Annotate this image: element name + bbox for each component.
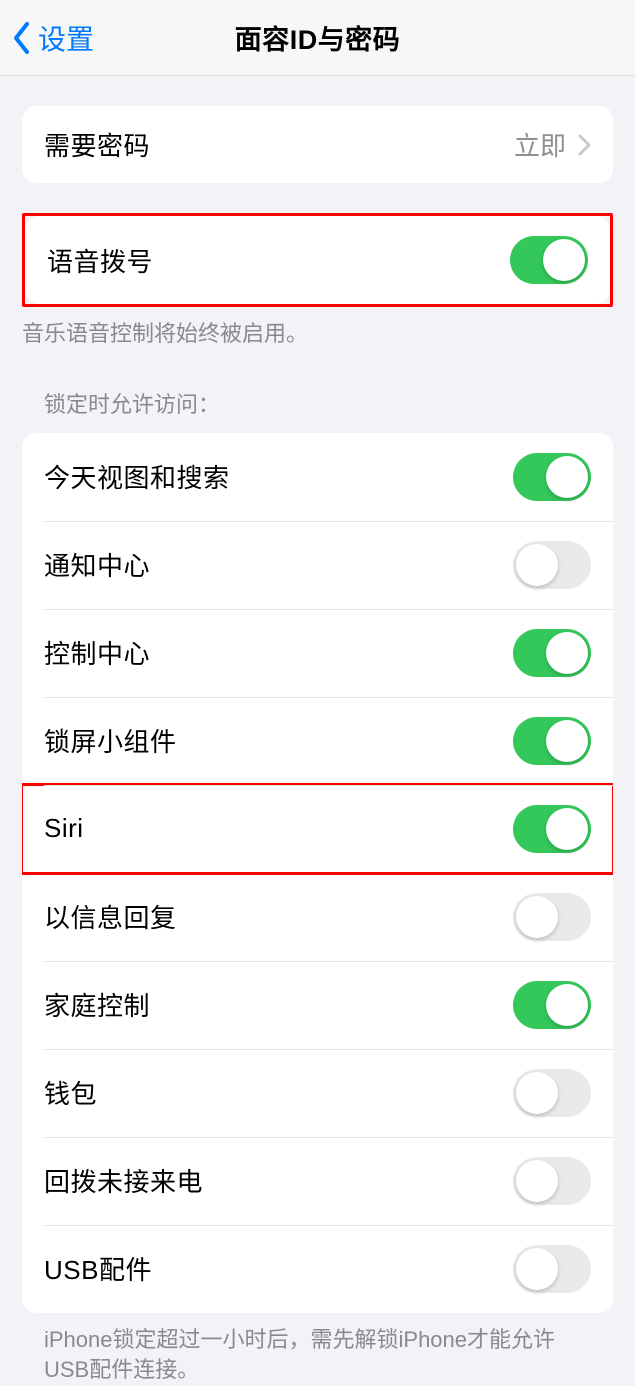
navigation-bar: 设置 面容ID与密码 (0, 0, 635, 76)
row-label: 家庭控制 (44, 986, 150, 1023)
row-label: Siri (44, 813, 84, 844)
row-label: USB配件 (44, 1250, 152, 1287)
lock-access-row: 回拨未接来电 (22, 1137, 613, 1225)
toggle-switch[interactable] (513, 805, 591, 853)
lock-access-row: 通知中心 (22, 521, 613, 609)
toggle-switch[interactable] (513, 1069, 591, 1117)
lock-access-row: 今天视图和搜索 (22, 433, 613, 521)
row-label: 通知中心 (44, 546, 150, 583)
page-title: 面容ID与密码 (235, 18, 401, 57)
voice-dial-highlight: 语音拨号 (22, 213, 613, 307)
toggle-switch[interactable] (513, 1245, 591, 1293)
lock-access-row: 锁屏小组件 (22, 697, 613, 785)
voice-dial-toggle[interactable] (510, 236, 588, 284)
toggle-switch[interactable] (513, 893, 591, 941)
back-label: 设置 (38, 18, 94, 58)
chevron-left-icon (12, 21, 32, 55)
row-label: 钱包 (44, 1074, 97, 1111)
row-label: 以信息回复 (44, 898, 177, 935)
row-value: 立即 (514, 126, 566, 163)
lock-access-row: 以信息回复 (22, 873, 613, 961)
lock-access-row: Siri (22, 785, 613, 873)
row-label: 回拨未接来电 (44, 1162, 203, 1199)
lock-access-header: 锁定时允许访问： (22, 390, 613, 433)
voice-dial-footer: 音乐语音控制将始终被启用。 (0, 307, 635, 350)
row-label: 今天视图和搜索 (44, 458, 230, 495)
row-label: 控制中心 (44, 634, 150, 671)
toggle-switch[interactable] (513, 453, 591, 501)
row-label: 锁屏小组件 (44, 722, 177, 759)
lock-access-row: 钱包 (22, 1049, 613, 1137)
toggle-switch[interactable] (513, 541, 591, 589)
require-passcode-row[interactable]: 需要密码 立即 (22, 106, 613, 183)
toggle-switch[interactable] (513, 717, 591, 765)
lock-access-row: 控制中心 (22, 609, 613, 697)
row-label: 语音拨号 (47, 242, 153, 279)
back-button[interactable]: 设置 (12, 18, 94, 58)
lock-access-footer: iPhone锁定超过一小时后，需先解锁iPhone才能允许USB配件连接。 (22, 1313, 613, 1386)
voice-dial-row: 语音拨号 (25, 216, 610, 304)
toggle-switch[interactable] (513, 629, 591, 677)
toggle-switch[interactable] (513, 981, 591, 1029)
row-label: 需要密码 (44, 126, 150, 163)
lock-access-row: 家庭控制 (22, 961, 613, 1049)
lock-access-row: USB配件 (22, 1225, 613, 1313)
chevron-right-icon (578, 134, 591, 156)
toggle-switch[interactable] (513, 1157, 591, 1205)
